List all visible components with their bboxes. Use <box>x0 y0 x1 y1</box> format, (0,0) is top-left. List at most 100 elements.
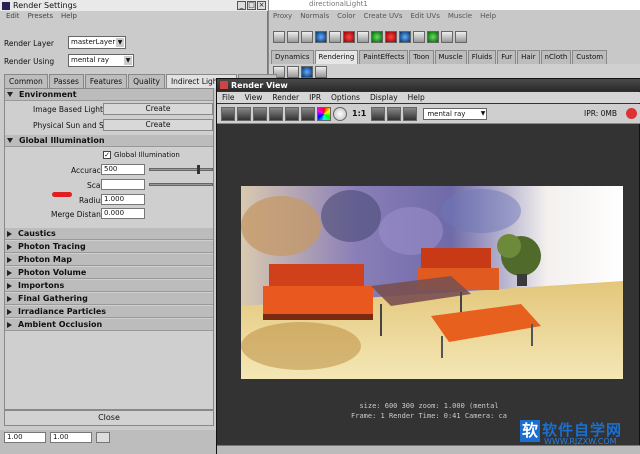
channel-box-icon[interactable] <box>427 31 439 43</box>
shelf-tab-fur[interactable]: Fur <box>497 50 517 64</box>
render-view-title: Render View <box>231 80 288 90</box>
indirect-lighting-panel: Environment Image Based Lighting Create … <box>4 88 214 410</box>
magnet-icon[interactable] <box>329 31 341 43</box>
tab-passes[interactable]: Passes <box>48 74 84 88</box>
render-icon[interactable] <box>315 66 327 78</box>
color-profile-icon[interactable] <box>403 106 418 121</box>
menu-edit[interactable]: Edit <box>6 12 20 22</box>
section-photon-tracing[interactable]: Photon Tracing <box>5 241 213 253</box>
light-icon[interactable] <box>287 66 299 78</box>
ipr-render-icon[interactable] <box>237 106 251 121</box>
scale-slider[interactable] <box>149 183 213 186</box>
gamma-icon[interactable] <box>387 106 402 121</box>
section-label: Importons <box>18 281 65 290</box>
render-settings-title: Render Settings <box>13 1 77 10</box>
section-caustics[interactable]: Caustics <box>5 228 213 240</box>
close-window-button[interactable]: × <box>257 1 266 10</box>
menu-file[interactable]: File <box>222 93 235 102</box>
menu-proxy[interactable]: Proxy <box>273 12 292 22</box>
section-irradiance-particles[interactable]: Irradiance Particles <box>5 306 213 318</box>
menu-ipr[interactable]: IPR <box>309 93 321 102</box>
menu-help[interactable]: Help <box>480 12 496 22</box>
ratio-label[interactable]: 1:1 <box>352 109 366 118</box>
sun-sky-create-button[interactable]: Create <box>103 119 213 131</box>
maximize-button[interactable]: □ <box>247 1 256 10</box>
material-icon[interactable] <box>301 66 313 78</box>
shelf-tab-painteffects[interactable]: PaintEffects <box>359 50 409 64</box>
shelf-tab-muscle[interactable]: Muscle <box>434 50 467 64</box>
scale-swatch[interactable] <box>101 179 145 190</box>
collapse-icon <box>7 308 12 315</box>
renderer-dropdown[interactable]: mental ray ▼ <box>423 107 488 120</box>
alpha-channel-icon[interactable] <box>333 106 347 121</box>
tab-common[interactable]: Common <box>4 74 48 88</box>
minimize-button[interactable]: _ <box>237 1 246 10</box>
section-photon-volume[interactable]: Photon Volume <box>5 267 213 279</box>
tab-quality[interactable]: Quality <box>128 74 165 88</box>
section-global-illumination[interactable]: Global Illumination <box>5 135 213 147</box>
shelf-tab-toon[interactable]: Toon <box>409 50 434 64</box>
menu-muscle[interactable]: Muscle <box>448 12 472 22</box>
menu-display[interactable]: Display <box>370 93 398 102</box>
render-using-dropdown[interactable]: mental ray ▼ <box>68 54 134 67</box>
section-final-gathering[interactable]: Final Gathering <box>5 293 213 305</box>
shelf-tab-ncloth[interactable]: nCloth <box>540 50 572 64</box>
shelf-tab-fluids[interactable]: Fluids <box>467 50 497 64</box>
shelf-tab-hair[interactable]: Hair <box>517 50 540 64</box>
menu-help[interactable]: Help <box>61 12 77 22</box>
tab-features[interactable]: Features <box>84 74 128 88</box>
section-photon-map[interactable]: Photon Map <box>5 254 213 266</box>
watermark-url: WWW.RJZXW.COM <box>544 437 617 446</box>
redo-render-icon[interactable] <box>221 106 235 121</box>
grid-icon[interactable] <box>273 31 285 43</box>
ipr-icon[interactable] <box>371 31 383 43</box>
snap-surface-icon[interactable] <box>315 31 327 43</box>
shelf-tab-dynamics[interactable]: Dynamics <box>271 50 314 64</box>
merge-distance-field[interactable]: 0.000 <box>101 208 145 219</box>
menu-view[interactable]: View <box>245 93 263 102</box>
shelf-tab-custom[interactable]: Custom <box>572 50 608 64</box>
tool-settings-icon[interactable] <box>455 31 467 43</box>
frame-icon[interactable] <box>371 106 386 121</box>
section-importons[interactable]: Importons <box>5 280 213 292</box>
input-line-icon[interactable] <box>413 31 425 43</box>
ibl-create-button[interactable]: Create <box>103 103 213 115</box>
render-view-titlebar: Render View <box>217 79 640 91</box>
render-region-icon[interactable] <box>269 106 283 121</box>
snapshot-icon[interactable] <box>285 106 299 121</box>
menu-presets[interactable]: Presets <box>28 12 53 22</box>
snap-point-icon[interactable] <box>301 31 313 43</box>
menu-render[interactable]: Render <box>272 93 299 102</box>
slider-knob[interactable] <box>196 165 200 174</box>
hypershade-icon[interactable] <box>399 31 411 43</box>
refresh-icon[interactable] <box>253 106 267 121</box>
range-slider-handle[interactable] <box>96 432 110 443</box>
end-time-field[interactable]: 1.00 <box>50 432 92 443</box>
radius-field[interactable]: 1.000 <box>101 194 145 205</box>
menu-options[interactable]: Options <box>331 93 360 102</box>
accuracy-slider[interactable] <box>149 165 213 174</box>
accuracy-field[interactable]: 500 <box>101 164 145 175</box>
rgb-channels-icon[interactable] <box>317 106 331 121</box>
render-frame-icon[interactable] <box>357 31 369 43</box>
menu-help[interactable]: Help <box>408 93 425 102</box>
attribute-editor-icon[interactable] <box>441 31 453 43</box>
shelf-tab-rendering[interactable]: Rendering <box>314 50 359 64</box>
history-icon[interactable] <box>343 31 355 43</box>
menu-color[interactable]: Color <box>337 12 355 22</box>
keep-image-icon[interactable] <box>301 106 315 121</box>
section-environment[interactable]: Environment <box>5 89 213 101</box>
snap-curve-icon[interactable] <box>287 31 299 43</box>
close-button[interactable]: Close <box>4 410 214 426</box>
render-using-label: Render Using <box>4 57 55 66</box>
menu-edit-uvs[interactable]: Edit UVs <box>411 12 440 22</box>
section-ambient-occlusion[interactable]: Ambient Occlusion <box>5 319 213 331</box>
section-label: Photon Volume <box>18 268 87 277</box>
menu-create-uvs[interactable]: Create UVs <box>363 12 402 22</box>
start-time-field[interactable]: 1.00 <box>4 432 46 443</box>
render-settings-icon[interactable] <box>385 31 397 43</box>
menu-normals[interactable]: Normals <box>300 12 329 22</box>
gi-checkbox[interactable]: ✓ <box>103 151 111 159</box>
stop-render-icon[interactable] <box>626 108 637 119</box>
render-layer-dropdown[interactable]: masterLayer ▼ <box>68 36 126 49</box>
